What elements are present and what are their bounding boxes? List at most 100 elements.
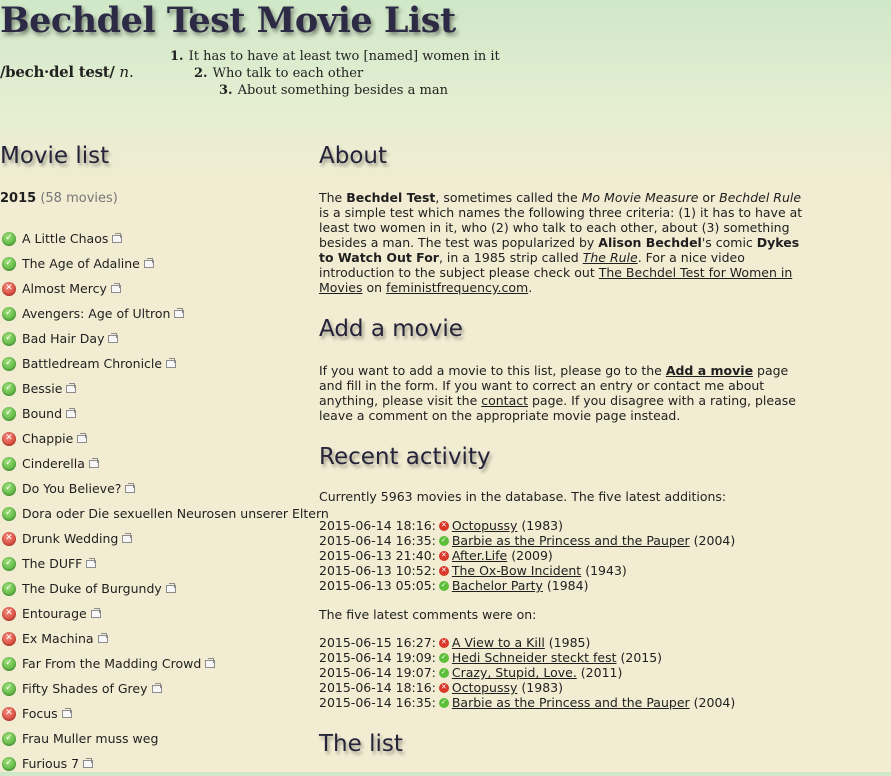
external-link-icon[interactable] — [166, 357, 177, 368]
bechdel-test-term: Bechdel Test — [346, 190, 436, 205]
pass-icon: ✓ — [438, 697, 449, 708]
movie-title-link[interactable]: Entourage — [22, 606, 87, 621]
activity-time: 2015-06-14 18:16: — [319, 680, 436, 695]
activity-movie-link[interactable]: A View to a Kill — [452, 635, 545, 650]
contact-link[interactable]: contact — [481, 393, 528, 408]
movie-list-item: ✕ Almost Mercy — [2, 276, 329, 301]
activity-item: 2015-06-13 05:05: ✓ Bachelor Party (1984) — [319, 578, 735, 593]
movie-title-link[interactable]: Almost Mercy — [22, 281, 107, 296]
external-link-icon[interactable] — [122, 532, 133, 543]
feministfrequency-link[interactable]: feministfrequency.com — [386, 280, 528, 295]
movie-title-link[interactable]: Drunk Wedding — [22, 531, 118, 546]
activity-movie-link[interactable]: Barbie as the Princess and the Pauper — [452, 695, 690, 710]
movie-list-item: ✓ Cinderella — [2, 451, 329, 476]
movie-title-link[interactable]: The Duke of Burgundy — [22, 581, 162, 596]
site-title[interactable]: Bechdel Test Movie List — [0, 0, 456, 41]
external-link-icon[interactable] — [112, 232, 123, 243]
external-link-icon[interactable] — [165, 582, 176, 593]
external-link-icon[interactable] — [83, 757, 94, 768]
pass-icon: ✓ — [2, 356, 16, 371]
latest-additions-list: 2015-06-14 18:16: ✕ Octopussy (1983) 2015-06… — [319, 518, 735, 593]
external-link-icon[interactable] — [90, 607, 101, 618]
movie-title-link[interactable]: Frau Muller muss weg — [22, 731, 158, 746]
external-link-icon[interactable] — [174, 307, 185, 318]
movie-title-link[interactable]: Bessie — [22, 381, 62, 396]
fail-icon: ✕ — [438, 682, 449, 693]
activity-year: (1983) — [521, 518, 563, 533]
add-movie-heading: Add a movie — [319, 316, 463, 342]
movie-list-item: ✕ Entourage — [2, 601, 329, 626]
activity-movie-link[interactable]: Crazy, Stupid, Love. — [452, 665, 577, 680]
movie-list-item: ✓ Do You Believe? — [2, 476, 329, 501]
fail-icon: ✕ — [2, 431, 16, 446]
pass-icon: ✓ — [438, 535, 449, 546]
activity-year: (2004) — [693, 533, 736, 548]
pass-icon: ✓ — [2, 681, 16, 696]
external-link-icon[interactable] — [86, 557, 97, 568]
activity-item: 2015-06-13 21:40: ✕ After.Life (2009) — [319, 548, 735, 563]
movie-title-link[interactable]: Avengers: Age of Ultron — [22, 306, 170, 321]
movie-title-link[interactable]: Bad Hair Day — [22, 331, 104, 346]
activity-year: (2009) — [511, 548, 553, 563]
external-link-icon[interactable] — [143, 257, 154, 268]
text: on — [362, 280, 387, 295]
movie-title-link[interactable]: Chappie — [22, 431, 73, 446]
the-rule-link[interactable]: The Rule — [583, 250, 638, 265]
pass-icon: ✓ — [438, 580, 449, 591]
movie-title-link[interactable]: Fifty Shades of Grey — [22, 681, 148, 696]
pass-icon: ✓ — [2, 731, 16, 746]
activity-movie-link[interactable]: Octopussy — [452, 518, 518, 533]
movie-title-link[interactable]: Furious 7 — [22, 756, 79, 771]
activity-item: 2015-06-13 10:52: ✕ The Ox-Bow Incident (19… — [319, 563, 735, 578]
movie-title-link[interactable]: The DUFF — [22, 556, 82, 571]
external-link-icon[interactable] — [61, 707, 72, 718]
activity-movie-link[interactable]: Octopussy — [452, 680, 518, 695]
alt-name-1: Mo Movie Measure — [581, 190, 699, 205]
activity-movie-link[interactable]: After.Life — [452, 548, 507, 563]
external-link-icon[interactable] — [110, 282, 121, 293]
movie-list-item: ✓ Dora oder Die sexuellen Neurosen unsere… — [2, 501, 329, 526]
year-label[interactable]: 2015 — [0, 191, 36, 206]
fail-icon: ✕ — [2, 281, 16, 296]
activity-movie-link[interactable]: Bachelor Party — [452, 578, 543, 593]
external-link-icon[interactable] — [66, 382, 77, 393]
add-movie-link[interactable]: Add a movie — [666, 363, 753, 378]
movie-title-link[interactable]: The Age of Adaline — [22, 256, 140, 271]
external-link-icon[interactable] — [77, 432, 88, 443]
movie-title-link[interactable]: Dora oder Die sexuellen Neurosen unserer… — [22, 506, 329, 521]
activity-movie-link[interactable]: Hedi Schneider steckt fest — [452, 650, 617, 665]
movie-list-item: ✓ Bad Hair Day — [2, 326, 329, 351]
movie-title-link[interactable]: Bound — [22, 406, 62, 421]
external-link-icon[interactable] — [151, 682, 162, 693]
movie-title-link[interactable]: A Little Chaos — [22, 231, 108, 246]
external-link-icon[interactable] — [97, 632, 108, 643]
activity-movie-link[interactable]: Barbie as the Princess and the Pauper — [452, 533, 690, 548]
movie-title-link[interactable]: Far From the Madding Crowd — [22, 656, 201, 671]
movie-title-link[interactable]: Battledream Chronicle — [22, 356, 162, 371]
external-link-icon[interactable] — [205, 657, 216, 668]
movie-title-link[interactable]: Do You Believe? — [22, 481, 121, 496]
pass-icon: ✓ — [2, 256, 16, 271]
movie-title-link[interactable]: Ex Machina — [22, 631, 94, 646]
movie-list-item: ✕ Chappie — [2, 426, 329, 451]
external-link-icon[interactable] — [125, 482, 136, 493]
text: , in a 1985 strip called — [438, 250, 583, 265]
external-link-icon[interactable] — [108, 332, 119, 343]
text: . — [528, 280, 533, 295]
activity-movie-link[interactable]: The Ox-Bow Incident — [452, 563, 581, 578]
pass-icon: ✓ — [438, 652, 449, 663]
activity-time: 2015-06-14 16:35: — [319, 695, 436, 710]
pass-icon: ✓ — [2, 656, 16, 671]
fail-icon: ✕ — [438, 565, 449, 576]
external-link-icon[interactable] — [66, 407, 77, 418]
alt-name-2: Bechdel Rule — [719, 190, 802, 205]
movie-list-item: ✕ Drunk Wedding — [2, 526, 329, 551]
fail-icon: ✕ — [438, 550, 449, 561]
external-link-icon[interactable] — [88, 457, 99, 468]
movie-list-item: ✓ A Little Chaos — [2, 226, 329, 251]
movie-title-link[interactable]: Cinderella — [22, 456, 85, 471]
activity-time: 2015-06-14 19:07: — [319, 665, 436, 680]
movie-title-link[interactable]: Focus — [22, 706, 58, 721]
text: 's comic — [701, 235, 757, 250]
activity-item: 2015-06-14 19:07: ✓ Crazy, Stupid, Love. (2… — [319, 665, 735, 680]
